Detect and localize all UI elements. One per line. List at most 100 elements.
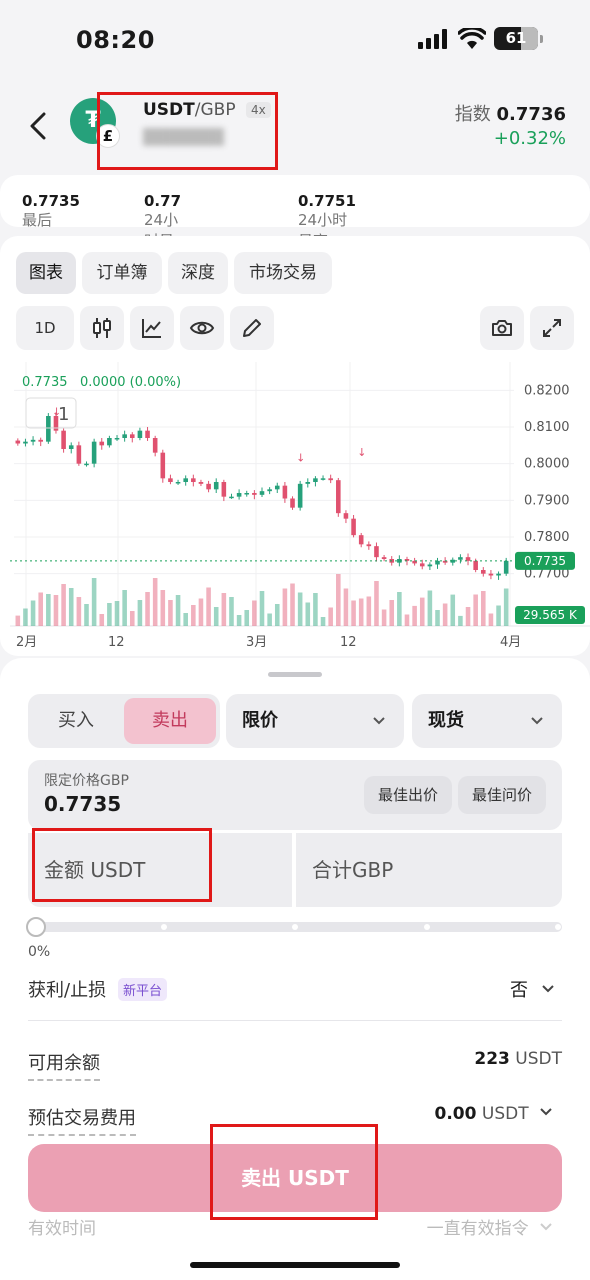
draw-button[interactable] — [230, 306, 274, 350]
stat-last-label: 最后 — [22, 211, 53, 229]
last-price-tag-label: 0.7735 — [524, 554, 566, 568]
chevron-down-icon — [540, 1108, 552, 1116]
sheet-handle[interactable] — [268, 672, 322, 677]
validity-select[interactable]: 一直有效指令 — [427, 1214, 554, 1239]
y-tick-label: 0.8200 — [524, 383, 570, 398]
volume-bar — [488, 613, 494, 626]
volume-bar — [358, 598, 364, 626]
volume-bar — [68, 588, 74, 626]
tab-market-trades[interactable]: 市场交易 — [234, 252, 332, 294]
interval-button[interactable]: 1D — [16, 306, 74, 350]
volume-bar — [53, 595, 59, 626]
volume-bar — [503, 588, 509, 626]
candle — [229, 496, 234, 499]
chart-legend-change: 0.0000 (0.00%) — [80, 375, 181, 390]
eye-icon — [189, 321, 215, 335]
candle — [107, 438, 112, 446]
x-axis: 2月 12 3月 12 4月 — [16, 635, 521, 650]
estimated-fee-label[interactable]: 预估交易费用 — [28, 1104, 136, 1136]
pencil-icon — [243, 319, 261, 337]
candle — [122, 434, 127, 438]
volume-bar — [290, 583, 295, 626]
slider-handle[interactable] — [26, 917, 46, 937]
volume-bar — [107, 603, 112, 626]
volume-bar — [76, 597, 82, 626]
candle-type-button[interactable] — [80, 306, 124, 350]
candle — [46, 416, 51, 442]
stat-low-value: 0.77 — [144, 192, 182, 210]
volume-bar — [23, 608, 28, 626]
tab-chart[interactable]: 图表 — [16, 252, 76, 294]
candle — [152, 438, 158, 453]
chevron-down-icon — [542, 985, 554, 993]
tpsl-toggle[interactable]: 否 — [510, 976, 556, 1002]
candle — [145, 430, 150, 438]
volume-bar — [61, 584, 66, 626]
volume-bar — [38, 592, 43, 626]
volume-bar — [15, 615, 21, 626]
candle — [427, 564, 433, 567]
volume-bar — [496, 605, 501, 626]
y-tick-label: 0.8000 — [524, 457, 570, 472]
available-balance-label[interactable]: 可用余额 — [28, 1049, 100, 1081]
volume-bar — [458, 615, 463, 626]
indicators-button[interactable] — [130, 306, 174, 350]
volume-bars — [15, 574, 509, 626]
best-ask-button[interactable]: 最佳出价 — [364, 776, 452, 814]
volume-bar — [343, 588, 349, 626]
stat-high: 24小时最高 0.7751 — [298, 192, 356, 250]
tab-depth[interactable]: 深度 — [168, 252, 228, 294]
volume-bar — [473, 594, 478, 626]
tab-orderbook[interactable]: 订单簿 — [82, 252, 162, 294]
available-balance: 223 USDT — [474, 1049, 562, 1069]
index-label: 指数 — [454, 104, 491, 125]
candle — [305, 482, 311, 484]
x-tick-label: 4月 — [500, 635, 521, 650]
visibility-button[interactable] — [180, 306, 224, 350]
y-tick-label: 0.8100 — [524, 420, 570, 435]
volume-bar — [397, 592, 402, 626]
candle — [351, 518, 356, 536]
total-input[interactable]: 合计GBP — [296, 833, 562, 907]
buy-tab[interactable]: 买入 — [32, 698, 120, 744]
volume-bar — [481, 591, 486, 626]
volume-bar — [229, 597, 234, 626]
market-select[interactable]: 现货 — [412, 694, 562, 748]
candle — [137, 430, 143, 438]
volume-bar — [175, 595, 181, 626]
validity-label: 有效时间 — [28, 1219, 96, 1239]
candle — [160, 452, 166, 479]
highlight-box-amount — [32, 828, 212, 902]
candle — [99, 441, 105, 446]
candle — [320, 478, 326, 480]
volume-bar — [419, 597, 425, 626]
highlight-box-pair — [97, 92, 278, 170]
candle — [61, 430, 66, 449]
estimated-fee[interactable]: 0.00 USDT — [435, 1104, 554, 1124]
candle — [198, 482, 204, 484]
candle — [465, 557, 471, 561]
candles: ↓↓ ↓ — [15, 406, 509, 580]
x-tick-label: 2月 — [16, 635, 37, 650]
volume-bar — [114, 601, 120, 626]
volume-bar — [336, 574, 341, 626]
volume-bar — [206, 587, 211, 626]
slider-tick — [161, 924, 167, 930]
sell-tab[interactable]: 卖出 — [124, 698, 216, 744]
candle — [168, 478, 173, 482]
limit-price-value[interactable]: 0.7735 — [44, 792, 121, 816]
signal-arrow-icon: ↓ — [357, 446, 366, 459]
volume-bar — [465, 607, 471, 626]
estimated-fee-value: 0.00 — [434, 1104, 477, 1124]
volume-bar — [282, 588, 288, 626]
candle — [244, 493, 250, 495]
screenshot-button[interactable] — [480, 306, 524, 350]
validity-value: 一直有效指令 — [426, 1219, 529, 1239]
volume-bar — [191, 605, 196, 626]
order-type-select[interactable]: 限价 — [226, 694, 404, 748]
back-arrow-icon[interactable] — [24, 108, 52, 144]
candlestick-chart[interactable]: ↓↓ ↓ 0.82000.81000.80000.79000.78000.7700… — [10, 362, 590, 652]
candle — [91, 441, 97, 464]
best-bid-button[interactable]: 最佳问价 — [458, 776, 546, 814]
fullscreen-button[interactable] — [530, 306, 574, 350]
